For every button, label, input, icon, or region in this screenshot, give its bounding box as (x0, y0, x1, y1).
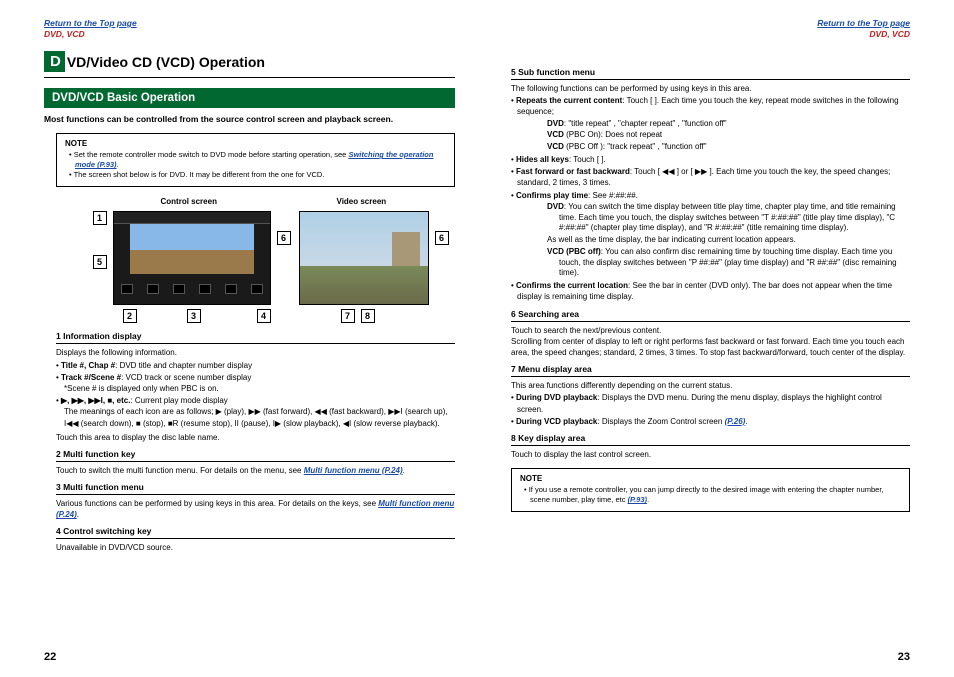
page-num-right: 23 (898, 651, 910, 663)
section-intro: Most functions can be controlled from th… (44, 114, 455, 125)
callout-3: 3 (187, 309, 201, 323)
item-3-head: 3 Multi function menu (56, 482, 455, 495)
title-text: VD/Video CD (VCD) Operation (65, 54, 265, 70)
callout-1: 1 (93, 211, 107, 225)
control-screen-label: Control screen (161, 197, 217, 206)
return-top-link-right[interactable]: Return to the Top page (817, 18, 910, 28)
video-screen-label: Video screen (337, 197, 387, 206)
item-5-head: 5 Sub function menu (511, 67, 910, 80)
note-box-1: NOTE Set the remote controller mode swit… (56, 133, 455, 187)
note1-line2: The screen shot below is for DVD. It may… (69, 170, 446, 180)
callout-7: 7 (341, 309, 355, 323)
callout-6a: 6 (277, 231, 291, 245)
item-4-head: 4 Control switching key (56, 526, 455, 539)
callout-6b: 6 (435, 231, 449, 245)
item-3-body: Various functions can be performed by us… (56, 498, 455, 520)
item-1-head: 1 Information display (56, 331, 455, 344)
item-7-head: 7 Menu display area (511, 364, 910, 377)
breadcrumb-left: DVD, VCD (44, 29, 455, 39)
remote-ref-link[interactable]: (P.93) (628, 495, 647, 504)
return-top-link-left[interactable]: Return to the Top page (44, 18, 455, 28)
callout-8: 8 (361, 309, 375, 323)
title-dropcap: D (44, 51, 65, 72)
section-title: DVD/VCD Basic Operation (44, 88, 455, 108)
item-8-head: 8 Key display area (511, 433, 910, 446)
item-5-body: The following functions can be performed… (511, 83, 910, 303)
item-2-head: 2 Multi function key (56, 449, 455, 462)
video-screenshot (299, 211, 429, 305)
multi-function-link-1[interactable]: Multi function menu (P.24) (304, 466, 403, 475)
item-8-body: Touch to display the last control screen… (511, 449, 910, 460)
note2-title: NOTE (520, 474, 901, 483)
control-screenshot (113, 211, 271, 305)
item-6-body: Touch to search the next/previous conten… (511, 325, 910, 359)
item-7-body: This area functions differently dependin… (511, 380, 910, 427)
zoom-control-link[interactable]: (P.26) (725, 417, 746, 426)
figure: Control screen Video screen 1 5 2 3 4 6 … (65, 197, 435, 325)
callout-2: 2 (123, 309, 137, 323)
note-title: NOTE (65, 139, 446, 148)
note1-line1: Set the remote controller mode switch to… (69, 150, 446, 170)
item-1-body: Displays the following information. Titl… (56, 347, 455, 443)
item-6-head: 6 Searching area (511, 309, 910, 322)
callout-5: 5 (93, 255, 107, 269)
callout-4: 4 (257, 309, 271, 323)
main-title: D VD/Video CD (VCD) Operation (44, 51, 455, 78)
item-4-body: Unavailable in DVD/VCD source. (56, 542, 455, 553)
note2-line1: If you use a remote controller, you can … (524, 485, 901, 505)
breadcrumb-right: DVD, VCD (869, 29, 910, 39)
item-2-body: Touch to switch the multi function menu.… (56, 465, 455, 476)
page-num-left: 22 (44, 651, 56, 663)
note-box-2: NOTE If you use a remote controller, you… (511, 468, 910, 512)
